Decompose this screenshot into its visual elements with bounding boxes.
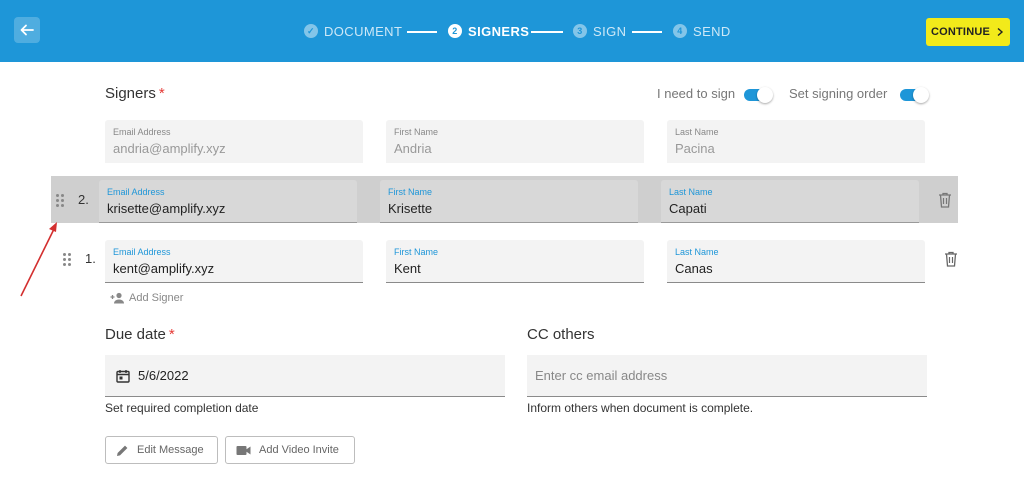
- add-person-icon: [110, 292, 124, 304]
- step-label: SEND: [693, 23, 731, 39]
- field-label: Last Name: [669, 187, 713, 197]
- self-last-name-field[interactable]: Last Name Pacina: [667, 120, 925, 163]
- signing-order-label: Set signing order: [789, 86, 888, 101]
- step-connector: [531, 31, 563, 33]
- step-label: DOCUMENT: [324, 23, 403, 39]
- field-label: Email Address: [107, 187, 165, 197]
- signer-email-field[interactable]: Email Address krisette@amplify.xyz: [99, 180, 357, 223]
- add-video-invite-label: Add Video Invite: [259, 444, 339, 456]
- field-value: kent@amplify.xyz: [113, 261, 215, 276]
- cc-others-title: CC others: [527, 326, 595, 343]
- chevron-right-icon: [997, 27, 1004, 37]
- field-value: krisette@amplify.xyz: [107, 201, 226, 216]
- field-label: Email Address: [113, 247, 171, 257]
- step-label: SIGN: [593, 23, 627, 39]
- signers-title: Signers *: [105, 85, 165, 102]
- step-label: SIGNERS: [468, 23, 530, 39]
- due-date-title-text: Due date: [105, 326, 166, 343]
- due-date-field[interactable]: 5/6/2022: [105, 355, 505, 397]
- field-value: Krisette: [388, 201, 433, 216]
- i-need-to-sign-label: I need to sign: [657, 86, 736, 101]
- self-email-field[interactable]: Email Address andria@amplify.xyz: [105, 120, 363, 163]
- edit-message-label: Edit Message: [137, 444, 204, 456]
- continue-label: CONTINUE: [930, 26, 991, 38]
- cc-helper: Inform others when document is complete.: [527, 401, 754, 415]
- field-value: Capati: [669, 201, 707, 216]
- signer-order-number: 2.: [78, 192, 89, 207]
- signer-row-dragging[interactable]: 2. Email Address krisette@amplify.xyz Fi…: [51, 176, 958, 223]
- step-connector: [632, 31, 662, 33]
- step-send[interactable]: 4 SEND: [673, 23, 731, 39]
- step-number: 4: [673, 24, 687, 38]
- signer-last-name-field[interactable]: Last Name Capati: [661, 180, 919, 223]
- signers-title-text: Signers: [105, 85, 156, 102]
- field-label: First Name: [394, 247, 439, 257]
- required-mark: *: [158, 85, 165, 102]
- field-label: First Name: [394, 127, 439, 137]
- drag-handle-icon[interactable]: [56, 194, 64, 207]
- toggle-knob: [913, 87, 929, 103]
- field-value: Pacina: [675, 141, 715, 156]
- add-video-invite-button[interactable]: Add Video Invite: [225, 436, 355, 464]
- step-sign[interactable]: 3 SIGN: [573, 23, 626, 39]
- step-document[interactable]: ✓ DOCUMENT: [304, 23, 402, 39]
- cc-email-input[interactable]: [527, 355, 927, 397]
- step-connector: [407, 31, 437, 33]
- continue-button[interactable]: CONTINUE: [926, 18, 1010, 46]
- pencil-icon: [117, 445, 128, 456]
- signing-order-toggle[interactable]: [900, 87, 929, 103]
- i-need-to-sign-toggle[interactable]: [744, 87, 773, 103]
- trash-icon[interactable]: [944, 251, 958, 267]
- field-label: Last Name: [675, 247, 719, 257]
- step-number: 3: [573, 24, 587, 38]
- due-date-helper: Set required completion date: [105, 401, 259, 415]
- field-value: Andria: [394, 141, 432, 156]
- signer-first-name-field[interactable]: First Name Kent: [386, 240, 644, 283]
- signer-first-name-field[interactable]: First Name Krisette: [380, 180, 638, 223]
- field-value: andria@amplify.xyz: [113, 141, 226, 156]
- signer-email-field[interactable]: Email Address kent@amplify.xyz: [105, 240, 363, 283]
- field-value: Canas: [675, 261, 713, 276]
- due-date-value: 5/6/2022: [138, 368, 189, 383]
- field-label: Email Address: [113, 127, 171, 137]
- required-mark: *: [168, 326, 175, 343]
- due-date-title: Due date *: [105, 326, 175, 343]
- top-bar: ✓ DOCUMENT 2 SIGNERS 3 SIGN 4 SEND CONTI…: [0, 0, 1024, 62]
- self-first-name-field[interactable]: First Name Andria: [386, 120, 644, 163]
- field-label: Last Name: [675, 127, 719, 137]
- step-number: 2: [448, 24, 462, 38]
- signer-last-name-field[interactable]: Last Name Canas: [667, 240, 925, 283]
- step-progress: ✓ DOCUMENT 2 SIGNERS 3 SIGN 4 SEND: [0, 0, 1024, 62]
- field-label: First Name: [388, 187, 433, 197]
- toggle-knob: [757, 87, 773, 103]
- check-icon: ✓: [304, 24, 318, 38]
- calendar-icon: [116, 370, 130, 383]
- add-signer-label: Add Signer: [129, 292, 184, 304]
- step-signers[interactable]: 2 SIGNERS: [448, 23, 529, 39]
- field-value: Kent: [394, 261, 421, 276]
- edit-message-button[interactable]: Edit Message: [105, 436, 218, 464]
- trash-icon[interactable]: [938, 192, 952, 208]
- signer-order-number: 1.: [85, 251, 96, 266]
- video-camera-icon: [236, 445, 251, 455]
- drag-handle-icon[interactable]: [63, 253, 71, 266]
- add-signer-button[interactable]: Add Signer: [110, 290, 183, 306]
